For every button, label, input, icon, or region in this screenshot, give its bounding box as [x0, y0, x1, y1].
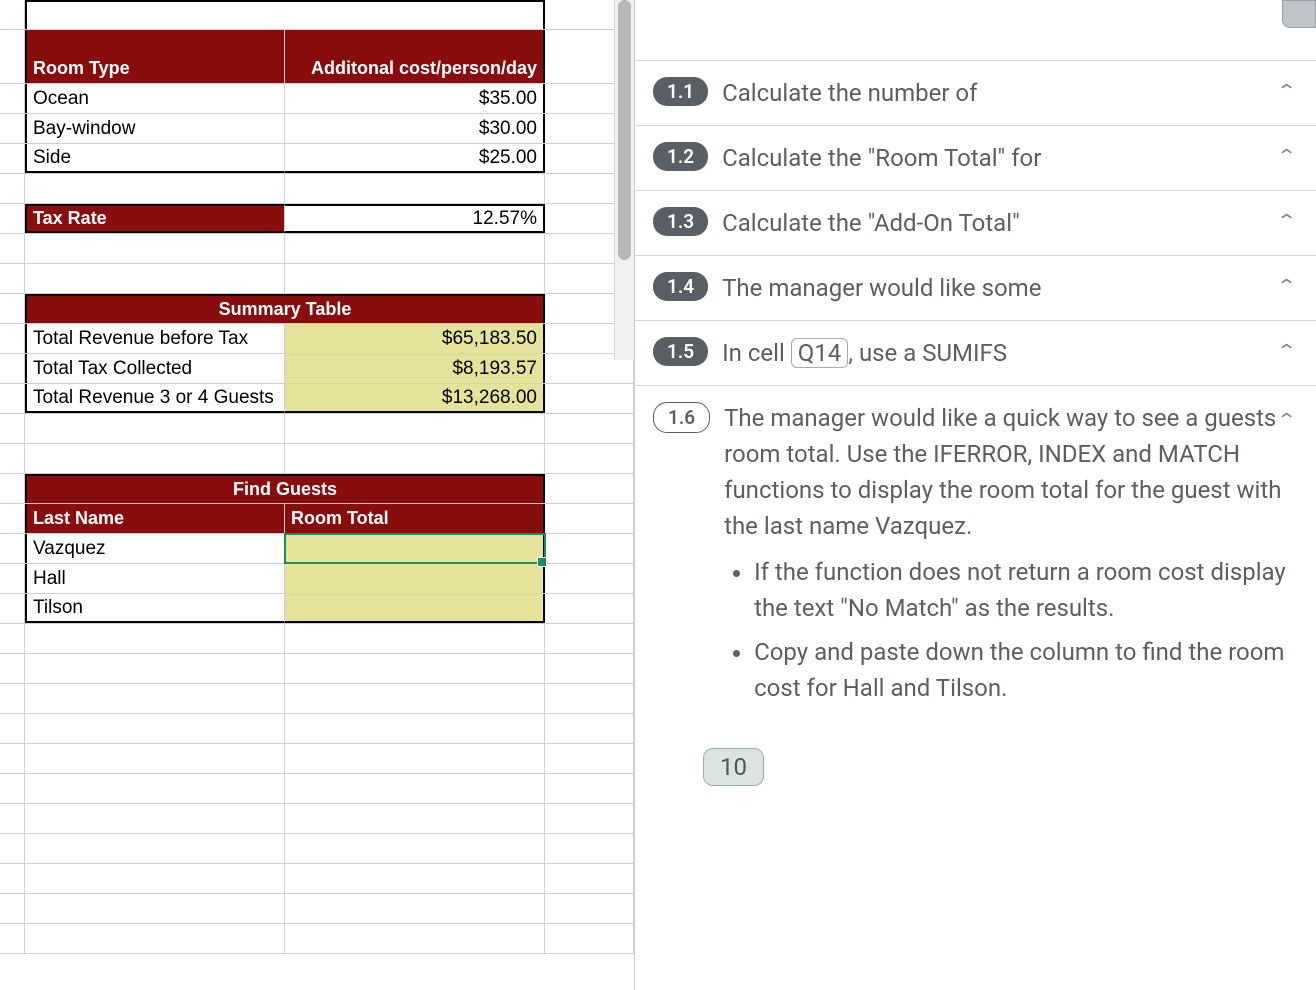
task-text: The manager would like some	[722, 270, 1265, 306]
summary-value[interactable]: $13,268.00	[285, 384, 545, 413]
chevron-up-icon: ⌃	[1276, 276, 1297, 297]
findguests-header-name: Last Name	[25, 504, 285, 533]
roomtype-header-type: Room Type	[25, 30, 285, 83]
panel-corner-button[interactable]	[1282, 0, 1316, 28]
guest-name-cell[interactable]: Tilson	[25, 594, 285, 623]
instructions-pane: 1.1 Calculate the number of ⌃ 1.2 Calcul…	[634, 0, 1316, 990]
guest-name-cell[interactable]: Hall	[25, 564, 285, 593]
guest-total-cell[interactable]	[285, 564, 545, 593]
taxrate-value[interactable]: 12.57%	[285, 204, 545, 233]
task-bullet: Copy and paste down the column to find t…	[754, 634, 1294, 706]
scrollbar-thumb[interactable]	[618, 0, 631, 260]
task-text: Calculate the number of	[722, 75, 1265, 111]
taxrate-label: Tax Rate	[25, 204, 285, 233]
task-text: Calculate the "Room Total" for	[722, 140, 1265, 176]
guest-name-cell[interactable]: Vazquez	[25, 534, 285, 563]
task-badge: 1.1	[653, 77, 708, 106]
task-badge: 1.3	[653, 207, 708, 236]
roomtype-cost-cell[interactable]: $30.00	[285, 114, 545, 143]
summary-value[interactable]: $65,183.50	[285, 324, 545, 353]
task-text: Calculate the "Add-On Total"	[722, 205, 1265, 241]
roomtype-cell[interactable]: Bay-window	[25, 114, 285, 143]
task-item[interactable]: 1.4 The manager would like some ⌃	[635, 255, 1316, 320]
summary-label[interactable]: Total Tax Collected	[25, 354, 285, 383]
task-badge: 1.2	[653, 142, 708, 171]
points-badge: 10	[703, 748, 764, 786]
task-item[interactable]: 1.3 Calculate the "Add-On Total" ⌃	[635, 190, 1316, 255]
task-item-expanded[interactable]: 1.6 The manager would like a quick way t…	[635, 385, 1316, 800]
chevron-up-icon: ⌃	[1276, 146, 1297, 167]
spreadsheet-pane[interactable]: Room Type Additonal cost/person/day Ocea…	[0, 0, 634, 990]
task-item[interactable]: 1.5 In cell Q14, use a SUMIFS ⌃	[635, 320, 1316, 385]
summary-label[interactable]: Total Revenue before Tax	[25, 324, 285, 353]
roomtype-cost-cell[interactable]: $35.00	[285, 84, 545, 113]
task-badge: 1.4	[653, 272, 708, 301]
summary-value[interactable]: $8,193.57	[285, 354, 545, 383]
guest-total-cell-selected[interactable]	[285, 534, 545, 563]
summary-label[interactable]: Total Revenue 3 or 4 Guests	[25, 384, 285, 413]
vertical-scrollbar[interactable]	[614, 0, 634, 360]
guest-total-cell[interactable]	[285, 594, 545, 623]
task-bullet-list: If the function does not return a room c…	[724, 554, 1294, 706]
roomtype-header-cost: Additonal cost/person/day	[285, 30, 545, 83]
roomtype-cell[interactable]: Side	[25, 144, 285, 173]
summary-title: Summary Table	[25, 294, 545, 323]
task-item[interactable]: 1.1 Calculate the number of ⌃	[635, 60, 1316, 125]
task-text: The manager would like a quick way to se…	[724, 400, 1294, 714]
cell-reference: Q14	[791, 338, 849, 368]
chevron-up-icon: ⌃	[1276, 211, 1297, 232]
chevron-up-icon: ⌃	[1276, 341, 1297, 362]
roomtype-cell[interactable]: Ocean	[25, 84, 285, 113]
task-badge-outline: 1.6	[653, 402, 710, 433]
chevron-up-icon: ⌃	[1276, 410, 1297, 431]
findguests-title: Find Guests	[25, 474, 545, 503]
task-bullet: If the function does not return a room c…	[754, 554, 1294, 626]
task-item[interactable]: 1.2 Calculate the "Room Total" for ⌃	[635, 125, 1316, 190]
roomtype-cost-cell[interactable]: $25.00	[285, 144, 545, 173]
task-badge: 1.5	[653, 337, 708, 366]
chevron-up-icon: ⌃	[1276, 81, 1297, 102]
findguests-header-total: Room Total	[285, 504, 545, 533]
task-text: In cell Q14, use a SUMIFS	[722, 335, 1265, 371]
